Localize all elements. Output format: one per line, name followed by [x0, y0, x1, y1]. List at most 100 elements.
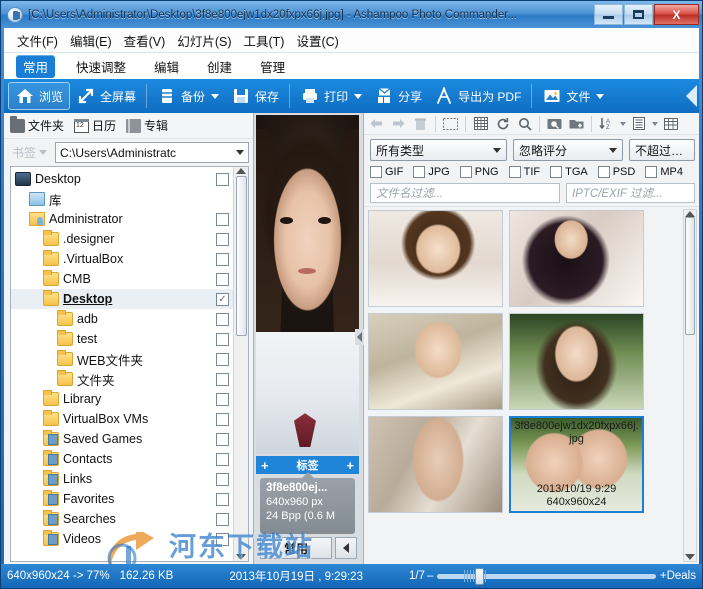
scrollbar-track[interactable]	[234, 336, 248, 554]
tree-item-cmb[interactable]: CMB	[11, 269, 233, 289]
print-button[interactable]: 打印	[294, 82, 368, 110]
tree-item-test[interactable]: test	[11, 329, 233, 349]
backup-button[interactable]: 备份	[151, 82, 225, 110]
tree-item-contacts[interactable]: Contacts	[11, 449, 233, 469]
tree-item-virtualbox-vms[interactable]: VirtualBox VMs	[11, 409, 233, 429]
format-checkbox-tif[interactable]: TIF	[508, 166, 540, 178]
format-checkbox-mp4[interactable]: MP4	[645, 166, 683, 178]
scrollbar-thumb[interactable]	[235, 176, 247, 336]
tree-item-virtualbox[interactable]: .VirtualBox	[11, 249, 233, 269]
thumbnail-item[interactable]	[368, 210, 503, 307]
tree-item-saved-games[interactable]: Saved Games	[11, 429, 233, 449]
menu-view[interactable]: 查看(V)	[118, 29, 172, 52]
folder-tree[interactable]: Desktop 库 Administrator .designer .VirtualBo…	[11, 167, 233, 561]
menu-tools[interactable]: 工具(T)	[237, 29, 290, 52]
checkbox-box[interactable]	[508, 166, 521, 178]
zoom-slider-thumb[interactable]	[474, 567, 484, 585]
tab-edit[interactable]: 编辑	[147, 55, 186, 78]
left-tab-album[interactable]: 专辑	[126, 117, 168, 134]
refresh-icon[interactable]	[493, 115, 512, 133]
size-filter-combo[interactable]: 不超过…	[629, 139, 695, 161]
add-tag-left-button[interactable]: +	[261, 458, 269, 473]
thumbnail-view-icon[interactable]	[441, 115, 460, 133]
tree-item-searches[interactable]: Searches	[11, 509, 233, 529]
tree-item-checkbox[interactable]	[216, 452, 229, 466]
share-button[interactable]: 分享	[368, 82, 428, 110]
trash-icon[interactable]	[411, 115, 430, 133]
tree-item-checkbox[interactable]	[216, 412, 229, 426]
bookmark-button[interactable]: 书签	[8, 142, 51, 163]
thumbnail-grid[interactable]: 3f8e800ejw1dx20fxpx66j.jpg 2013/10/19 9:2…	[107, 209, 681, 585]
minimize-button[interactable]	[594, 4, 623, 25]
type-filter-combo[interactable]: 所有类型	[370, 139, 507, 161]
format-checkbox-jpg[interactable]: JPG	[413, 166, 450, 178]
tree-item-checkbox[interactable]	[216, 312, 229, 326]
chevron-down-icon[interactable]	[620, 121, 626, 126]
scroll-down-icon[interactable]	[685, 554, 695, 560]
tree-item-links[interactable]: Links	[11, 469, 233, 489]
menu-slideshow[interactable]: 幻灯片(S)	[171, 29, 237, 52]
thumbnail-item[interactable]: 3f8e800ejw1dx20fxpx66j.jpg 2013/10/19 9:2…	[509, 416, 644, 513]
tree-item-checkbox[interactable]: ✓	[216, 292, 229, 306]
chevron-down-icon[interactable]	[354, 93, 363, 99]
thumbnail-item[interactable]	[509, 210, 644, 307]
chevron-down-icon[interactable]	[652, 121, 658, 126]
fullscreen-button[interactable]: 全屏幕	[70, 82, 142, 110]
thumbnail-item[interactable]	[368, 313, 503, 410]
tree-item-checkbox[interactable]	[216, 532, 229, 546]
tree-item-checkbox[interactable]	[216, 252, 229, 266]
tree-item-adb[interactable]: adb	[11, 309, 233, 329]
thumbnail-item[interactable]	[509, 313, 644, 410]
tree-item-desktop[interactable]: Desktop ✓	[11, 289, 233, 309]
tab-quick-adjust[interactable]: 快速调整	[69, 55, 133, 78]
zoom-slider-track[interactable]	[437, 567, 656, 585]
browse-button[interactable]: 浏览	[8, 82, 71, 110]
menu-edit[interactable]: 编辑(E)	[64, 29, 118, 52]
toolbar-scroll-left-icon[interactable]	[686, 85, 697, 107]
forward-arrow-icon[interactable]	[389, 115, 408, 133]
left-tab-folders[interactable]: 文件夹	[10, 115, 64, 134]
tree-item-checkbox[interactable]	[216, 492, 229, 506]
tree-item-library[interactable]: Library	[11, 389, 233, 409]
filename-filter-input[interactable]: 文件名过滤...	[370, 183, 560, 203]
close-button[interactable]: X	[654, 4, 699, 25]
tree-item-desktop[interactable]: Desktop	[11, 169, 233, 189]
tree-item-checkbox[interactable]	[216, 472, 229, 486]
tree-item-checkbox[interactable]	[216, 392, 229, 406]
format-checkbox-png[interactable]: PNG	[459, 166, 499, 178]
scroll-up-icon[interactable]	[236, 168, 246, 174]
back-arrow-icon[interactable]	[367, 115, 386, 133]
maximize-button[interactable]	[624, 4, 653, 25]
scrollbar-thumb[interactable]	[685, 217, 695, 335]
tree-item-favorites[interactable]: Favorites	[11, 489, 233, 509]
preview-image[interactable]	[256, 115, 359, 454]
tree-item-checkbox[interactable]	[216, 372, 229, 386]
menu-file[interactable]: 文件(F)	[11, 29, 64, 52]
preview-collapse-button[interactable]	[335, 537, 357, 559]
tree-item-videos[interactable]: Videos	[11, 529, 233, 549]
thumbnail-item[interactable]	[368, 416, 503, 513]
tree-item-administrator[interactable]: Administrator	[11, 209, 233, 229]
tree-item-checkbox[interactable]	[216, 232, 229, 246]
thumbnail-scrollbar[interactable]	[683, 209, 697, 562]
tree-item-checkbox[interactable]	[216, 172, 229, 186]
checkbox-box[interactable]	[413, 166, 426, 178]
chevron-down-icon[interactable]	[596, 93, 605, 99]
tree-item-checkbox[interactable]	[216, 432, 229, 446]
file-menu-button[interactable]: 文件	[536, 82, 610, 110]
tab-create[interactable]: 创建	[200, 55, 239, 78]
zoom-slider[interactable]	[435, 567, 658, 585]
tree-item-designer[interactable]: .designer	[11, 229, 233, 249]
tree-item-[interactable]: 库	[11, 189, 233, 209]
format-checkbox-psd[interactable]: PSD	[597, 166, 635, 178]
tree-item-checkbox[interactable]	[216, 352, 229, 366]
tree-item-[interactable]: 文件夹	[11, 369, 233, 389]
checkbox-box[interactable]	[370, 166, 382, 178]
format-checkbox-gif[interactable]: GIF	[370, 166, 403, 178]
panel-splitter[interactable]	[355, 329, 364, 346]
tree-item-web[interactable]: WEB文件夹	[11, 349, 233, 369]
left-tab-calendar[interactable]: 日历	[74, 117, 116, 134]
checkbox-box[interactable]	[645, 166, 658, 178]
format-checkbox-tga[interactable]: TGA	[550, 166, 588, 178]
details-list-icon[interactable]	[629, 115, 648, 133]
